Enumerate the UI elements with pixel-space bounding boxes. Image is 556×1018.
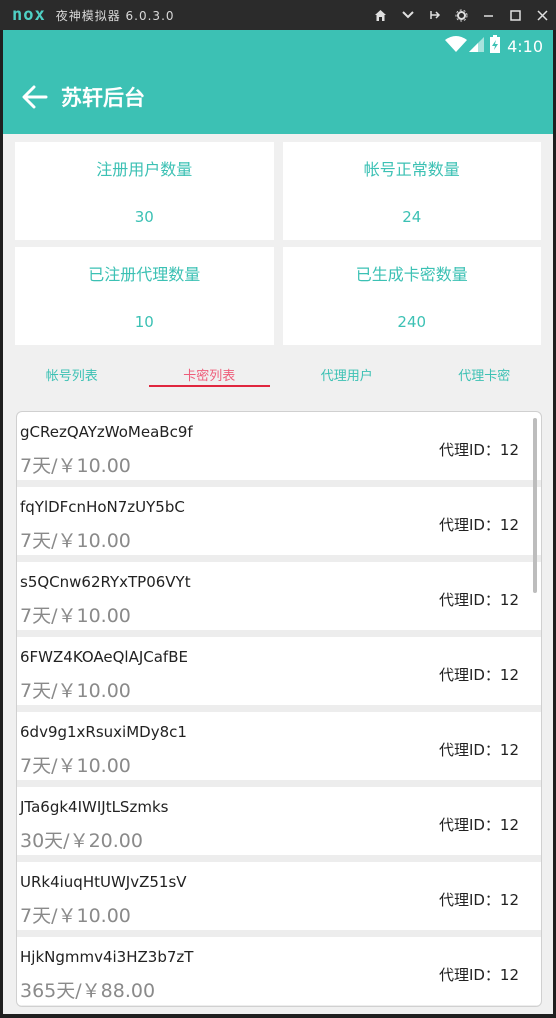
page-title: 苏轩后台 (61, 86, 145, 110)
list-item[interactable]: JTa6gk4IWIJtLSzmks 30天/￥20.00 代理ID：12 (17, 787, 541, 862)
agent-id: 代理ID：12 (438, 591, 519, 609)
list-item[interactable]: 6FWZ4KOAeQlAJCafBE 7天/￥10.00 代理ID：12 (17, 637, 541, 712)
tab-agent-cards[interactable]: 代理卡密 (416, 345, 554, 403)
tab-card-list[interactable]: 卡密列表 (141, 345, 279, 403)
list-item[interactable]: gCRezQAYzWoMeaBc9f 7天/￥10.00 代理ID：12 (17, 412, 541, 487)
card-price: 30天/￥20.00 (20, 830, 143, 852)
card-price: 7天/￥10.00 (20, 605, 131, 627)
tab-account-list[interactable]: 帐号列表 (3, 345, 141, 403)
emulator-title: 夜神模拟器 6.0.3.0 (55, 8, 175, 23)
stat-label: 注册用户数量 (96, 160, 193, 179)
stat-card-registered-agents: 已注册代理数量 10 (15, 247, 274, 345)
card-code: URk4iuqHtUWJvZ51sV (20, 873, 187, 891)
card-code: JTa6gk4IWIJtLSzmks (20, 798, 169, 816)
stat-label: 已生成卡密数量 (355, 265, 468, 284)
gear-icon[interactable] (448, 0, 475, 30)
agent-id: 代理ID：12 (438, 891, 519, 909)
tab-bar: 帐号列表 卡密列表 代理用户 代理卡密 (3, 345, 553, 403)
stat-value: 240 (397, 313, 427, 331)
stat-card-generated-cards: 已生成卡密数量 240 (282, 247, 541, 345)
list-item[interactable]: 6dv9g1xRsuxiMDy8c1 7天/￥10.00 代理ID：12 (17, 712, 541, 787)
list-item[interactable]: fqYlDFcnHoN7zUY5bC 7天/￥10.00 代理ID：12 (17, 487, 541, 562)
tab-agent-users[interactable]: 代理用户 (278, 345, 416, 403)
card-price: 7天/￥10.00 (20, 530, 131, 552)
stat-card-registered-users: 注册用户数量 30 (15, 142, 274, 240)
card-price: 7天/￥10.00 (20, 905, 131, 927)
nox-logo: nox (12, 5, 46, 25)
stat-value: 10 (134, 313, 154, 331)
stat-value: 30 (134, 208, 154, 226)
stat-label: 已注册代理数量 (88, 265, 201, 284)
device-screen: 4:10 苏轩后台 注册用户数量 30 帐号正常数量 24 已注册代理数量 10… (3, 30, 553, 1014)
card-price: 365天/￥88.00 (20, 980, 156, 1002)
close-icon[interactable] (529, 0, 556, 30)
app-bar: 苏轩后台 (3, 60, 553, 134)
agent-id: 代理ID：12 (438, 666, 519, 684)
chevron-down-icon[interactable] (394, 0, 421, 30)
wifi-icon (445, 35, 468, 57)
stat-value: 24 (402, 208, 422, 226)
card-list[interactable]: gCRezQAYzWoMeaBc9f 7天/￥10.00 代理ID：12 fqY… (16, 411, 542, 1007)
pin-icon[interactable] (421, 0, 448, 30)
card-code: 6FWZ4KOAeQlAJCafBE (20, 648, 188, 666)
status-time: 4:10 (507, 36, 543, 56)
agent-id: 代理ID：12 (438, 741, 519, 759)
agent-id: 代理ID：12 (438, 816, 519, 834)
list-item[interactable]: HjkNgmmv4i3HZ3b7zT 365天/￥88.00 代理ID：12 (17, 937, 541, 1006)
agent-id: 代理ID：12 (438, 441, 519, 459)
card-price: 7天/￥10.00 (20, 755, 131, 777)
emulator-title-bar: nox 夜神模拟器 6.0.3.0 (0, 0, 556, 30)
minimize-icon[interactable] (475, 0, 502, 30)
battery-icon (489, 34, 501, 58)
card-code: fqYlDFcnHoN7zUY5bC (20, 498, 185, 516)
card-code: 6dv9g1xRsuxiMDy8c1 (20, 723, 187, 741)
stat-card-normal-accounts: 帐号正常数量 24 (282, 142, 541, 240)
status-icons: 4:10 (445, 34, 543, 58)
list-item[interactable]: s5QCnw62RYxTP06VYt 7天/￥10.00 代理ID：12 (17, 562, 541, 637)
emulator-controls (367, 0, 556, 30)
signal-icon (469, 35, 485, 57)
list-item[interactable]: URk4iuqHtUWJvZ51sV 7天/￥10.00 代理ID：12 (17, 862, 541, 937)
home-icon[interactable] (367, 0, 394, 30)
card-price: 7天/￥10.00 (20, 455, 131, 477)
agent-id: 代理ID：12 (438, 516, 519, 534)
card-code: HjkNgmmv4i3HZ3b7zT (20, 948, 194, 966)
stat-label: 帐号正常数量 (363, 160, 460, 179)
scrollbar[interactable] (533, 418, 537, 593)
card-code: gCRezQAYzWoMeaBc9f (20, 423, 193, 441)
status-bar: 4:10 (3, 30, 553, 60)
agent-id: 代理ID：12 (438, 966, 519, 984)
card-code: s5QCnw62RYxTP06VYt (20, 573, 191, 591)
maximize-icon[interactable] (502, 0, 529, 30)
stats-grid: 注册用户数量 30 帐号正常数量 24 已注册代理数量 10 已生成卡密数量 2… (3, 134, 553, 345)
card-price: 7天/￥10.00 (20, 680, 131, 702)
back-arrow-icon[interactable] (19, 81, 51, 113)
